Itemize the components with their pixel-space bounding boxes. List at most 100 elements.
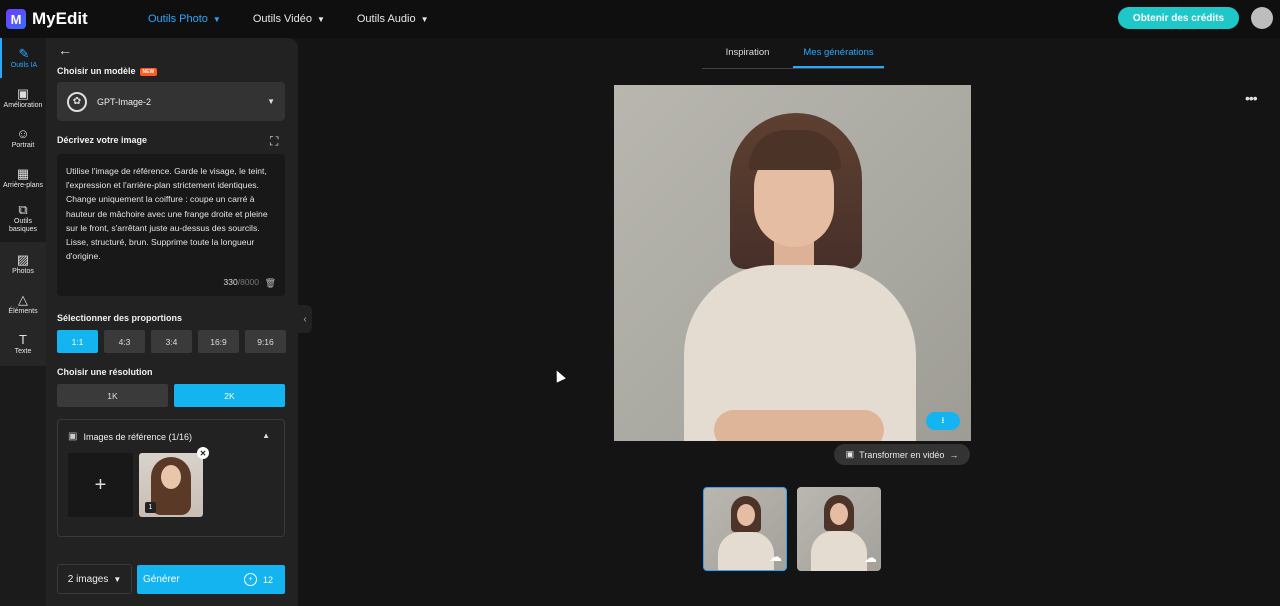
collapse-up-icon[interactable]: ▲ bbox=[262, 431, 270, 440]
nav-video-tools[interactable]: Outils Vidéo ▼ bbox=[253, 13, 325, 25]
prompt-text: Utilise l'image de référence. Garde le v… bbox=[66, 166, 268, 262]
shapes-icon: △ bbox=[18, 291, 28, 307]
app-logo[interactable]: M MyEdit bbox=[6, 9, 136, 29]
character-counter: 330/8000 bbox=[224, 275, 259, 289]
magic-wand-icon: ✎ bbox=[18, 45, 30, 61]
portrait-hands bbox=[714, 410, 884, 441]
resolution-section-title: Choisir une résolution bbox=[57, 367, 153, 377]
model-title: Choisir un modèle bbox=[57, 66, 136, 76]
image-count-select[interactable]: 2 images ▼ bbox=[57, 564, 132, 594]
arrow-right-icon: → bbox=[949, 449, 959, 460]
rail-item-backgrounds[interactable]: ▦ Arrière-plans bbox=[0, 158, 46, 198]
download-icon: ⭳ bbox=[941, 415, 945, 425]
openai-logo-icon: ✿ bbox=[67, 91, 87, 112]
credit-icon: + bbox=[243, 573, 257, 586]
generated-image[interactable]: ⭳ bbox=[614, 85, 971, 441]
reference-title-label: Images de référence (1/16) bbox=[83, 431, 193, 442]
generate-button[interactable]: Générer +12 bbox=[137, 565, 285, 594]
model-name: GPT-Image-2 bbox=[97, 96, 152, 107]
prompt-textarea[interactable]: Utilise l'image de référence. Garde le v… bbox=[57, 154, 285, 296]
ratio-4-3[interactable]: 4:3 bbox=[104, 330, 145, 353]
model-dropdown[interactable]: ✿ GPT-Image-2 ▼ bbox=[57, 82, 285, 121]
chevron-down-icon: ▼ bbox=[316, 14, 325, 24]
resolution-1k[interactable]: 1K bbox=[57, 384, 168, 407]
new-badge: NEW bbox=[139, 67, 158, 76]
reference-title: ▣ Images de référence (1/16) bbox=[68, 431, 192, 442]
chevron-left-icon: ‹ bbox=[303, 313, 307, 325]
top-nav: Outils Photo ▼ Outils Vidéo ▼ Outils Audio… bbox=[148, 13, 461, 25]
rail-item-label: Outils IA bbox=[10, 61, 38, 69]
collapse-panel-handle[interactable]: ‹ bbox=[298, 305, 312, 333]
thumb-face bbox=[161, 465, 181, 489]
reference-thumbnail[interactable]: 1 bbox=[139, 453, 203, 517]
image-settings-icon[interactable]: ⛶ bbox=[270, 134, 278, 149]
rail-item-label: Outils basiques bbox=[8, 217, 38, 233]
tab-my-generations[interactable]: Mes générations bbox=[793, 38, 884, 68]
rail-item-label: Photos bbox=[12, 267, 34, 275]
add-reference-button[interactable]: + bbox=[68, 453, 133, 517]
ratio-1-1[interactable]: 1:1 bbox=[57, 330, 98, 353]
cloud-upload-icon[interactable]: ☁ bbox=[864, 550, 877, 566]
nav-audio-tools-label: Outils Audio bbox=[356, 13, 416, 25]
prompt-section-title: Décrivez votre image bbox=[57, 135, 148, 145]
result-thumbnail-2[interactable]: ☁ bbox=[797, 487, 881, 571]
rail-item-basic-tools[interactable]: ⧉ Outils basiques bbox=[0, 198, 46, 238]
thumb-face bbox=[830, 503, 848, 525]
ratio-9-16[interactable]: 9:16 bbox=[245, 330, 286, 353]
rail-item-elements[interactable]: △ Éléments bbox=[0, 284, 46, 324]
get-credits-button[interactable]: Obtenir des crédits bbox=[1118, 7, 1239, 29]
nav-photo-tools-label: Outils Photo bbox=[148, 13, 208, 25]
transform-video-label: Transformer en vidéo bbox=[859, 449, 945, 460]
photo-icon: ▨ bbox=[16, 251, 30, 267]
text-icon: T bbox=[19, 331, 27, 347]
result-tabs: Inspiration Mes générations bbox=[702, 38, 884, 69]
ratio-options: 1:1 4:3 3:4 16:9 9:16 bbox=[57, 330, 286, 353]
top-bar: M MyEdit Outils Photo ▼ Outils Vidéo ▼ Out… bbox=[0, 0, 1280, 38]
result-thumbnail-1[interactable]: ☁ bbox=[703, 487, 787, 571]
mouse-cursor bbox=[552, 368, 566, 383]
resolution-2k[interactable]: 2K bbox=[174, 384, 285, 407]
credit-cost: +12 bbox=[243, 573, 273, 586]
chevron-down-icon: ▼ bbox=[212, 14, 221, 24]
app-name: MyEdit bbox=[32, 9, 88, 28]
gallery-icon: ▣ bbox=[68, 431, 78, 442]
thumb-body bbox=[811, 531, 867, 571]
logo-mark: M bbox=[6, 9, 26, 29]
nav-audio-tools[interactable]: Outils Audio ▼ bbox=[357, 13, 429, 25]
ratio-16-9[interactable]: 16:9 bbox=[198, 330, 239, 353]
thumb-body bbox=[718, 532, 774, 570]
generation-panel: ← Choisir un modèle NEW ✿ GPT-Image-2 ▼ D… bbox=[46, 38, 298, 606]
tab-inspiration[interactable]: Inspiration bbox=[702, 38, 793, 68]
rail-item-ai-tools[interactable]: ✎ Outils IA bbox=[0, 38, 46, 78]
nav-photo-tools[interactable]: Outils Photo ▼ bbox=[148, 13, 221, 25]
rail-item-text[interactable]: T Texte bbox=[0, 324, 46, 364]
rail-item-photos[interactable]: ▨ Photos bbox=[0, 244, 46, 284]
user-avatar[interactable] bbox=[1251, 7, 1273, 29]
cloud-upload-icon[interactable]: ☁ bbox=[769, 549, 782, 565]
trash-icon[interactable]: 🗑 bbox=[265, 276, 276, 290]
portrait-icon: ☺ bbox=[16, 125, 30, 141]
chevron-down-icon: ▼ bbox=[420, 14, 429, 24]
download-button[interactable]: ⭳ bbox=[926, 412, 960, 430]
rail-item-label: Éléments bbox=[8, 307, 38, 315]
caret-down-icon: ▼ bbox=[267, 97, 275, 106]
transform-video-button[interactable]: ▣ Transformer en vidéo → bbox=[834, 444, 970, 465]
image-count-label: 2 images bbox=[67, 573, 109, 585]
rail-item-enhancement[interactable]: ▣ Amélioration bbox=[0, 78, 46, 118]
character-max: /8000 bbox=[237, 276, 259, 287]
back-arrow-icon[interactable]: ← bbox=[58, 42, 72, 58]
plus-icon: + bbox=[94, 473, 107, 496]
ratio-3-4[interactable]: 3:4 bbox=[151, 330, 192, 353]
model-section-title: Choisir un modèle NEW bbox=[57, 66, 158, 76]
rail-item-label: Arrière-plans bbox=[2, 181, 44, 189]
nav-video-tools-label: Outils Vidéo bbox=[252, 13, 312, 25]
thumb-face bbox=[737, 504, 755, 526]
reference-images-section: ▣ Images de référence (1/16) ▲ + 1 ✕ bbox=[57, 419, 285, 537]
close-icon[interactable]: ✕ bbox=[197, 447, 209, 459]
more-options-icon[interactable]: ••• bbox=[1245, 90, 1258, 106]
rail-item-portrait[interactable]: ☺ Portrait bbox=[0, 118, 46, 158]
tool-rail: ✎ Outils IA ▣ Amélioration ☺ Portrait ▦ … bbox=[0, 38, 46, 606]
resolution-options: 1K 2K bbox=[57, 384, 285, 407]
generate-label: Générer bbox=[143, 574, 180, 585]
background-icon: ▦ bbox=[16, 165, 30, 181]
